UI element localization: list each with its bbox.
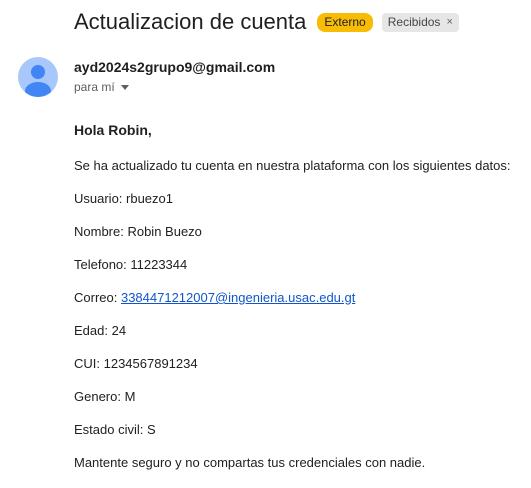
email-subject: Actualizacion de cuenta [74,9,307,34]
greeting: Hola Robin, [74,122,152,138]
closing-text: Mantente seguro y no compartas tus crede… [74,455,426,470]
intro-text: Se ha actualizado tu cuenta en nuestra p… [74,158,511,173]
field-correo: Correo: 3384471212007@ingenieria.usac.ed… [74,290,524,306]
inbox-label-text: Recibidos [387,14,441,29]
field-cui: CUI: 1234567891234 [74,356,198,371]
field-estado-civil: Estado civil: S [74,422,156,437]
inbox-label-chip: Recibidos × [381,12,459,32]
remove-label-icon[interactable]: × [446,15,452,30]
correo-email-link[interactable]: 3384471212007@ingenieria.usac.edu.gt [121,290,355,305]
recipient-label: para mí [74,80,115,94]
external-label-badge: Externo [317,12,373,32]
correo-label: Correo: [74,290,121,305]
chevron-down-icon [120,84,129,90]
field-telefono: Telefono: 11223344 [74,257,188,272]
field-nombre: Nombre: Robin Buezo [74,224,202,239]
subject-row: Actualizacion de cuenta Externo Recibido… [74,8,459,36]
field-usuario: Usuario: rbuezo1 [74,191,173,206]
person-icon [25,65,51,97]
field-genero: Genero: M [74,389,136,404]
message-body: Hola Robin, Se ha actualizado tu cuenta … [74,122,524,488]
sender-avatar[interactable] [18,57,58,97]
recipient-details-toggle[interactable]: para mí [74,80,129,94]
sender-email[interactable]: ayd2024s2grupo9@gmail.com [74,59,275,75]
field-edad: Edad: 24 [74,323,127,338]
